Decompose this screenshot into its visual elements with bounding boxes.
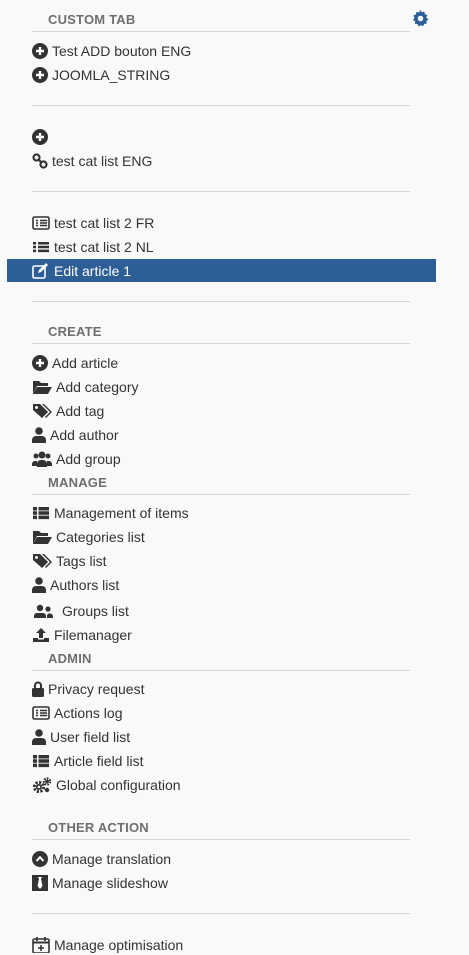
menu-item-filemanager[interactable]: Filemanager xyxy=(32,625,132,645)
user-icon xyxy=(32,427,46,443)
folder-open-icon xyxy=(32,529,52,545)
divider xyxy=(32,105,410,106)
menu-item-label: JOOMLA_STRING xyxy=(52,67,171,83)
menu-item-authors-list[interactable]: Authors list xyxy=(32,575,119,595)
th-list-icon xyxy=(32,505,50,521)
user-friends-icon xyxy=(34,603,54,619)
menu-item-test-cat-list-2-nl[interactable]: test cat list 2 NL xyxy=(32,237,154,257)
plus-circle-icon xyxy=(32,43,48,59)
menu-item-label: Manage optimisation xyxy=(54,937,184,953)
settings-gear-icon[interactable] xyxy=(412,10,429,27)
menu-item-label: Authors list xyxy=(50,577,120,593)
menu-item-groups-list[interactable]: Groups list xyxy=(32,601,129,621)
menu-item-label: Add category xyxy=(56,379,139,395)
chevron-up-circle-icon xyxy=(32,851,48,867)
th-list-icon xyxy=(32,753,50,769)
menu-item-label: Filemanager xyxy=(54,627,132,643)
menu-item-label: test cat list 2 NL xyxy=(54,239,154,255)
edit-icon xyxy=(32,263,50,279)
divider xyxy=(32,191,410,192)
menu-item-label: Groups list xyxy=(62,603,129,619)
section-title: OTHER ACTION xyxy=(48,820,149,835)
section-header-admin: ADMIN xyxy=(32,651,410,671)
menu-item-add-author[interactable]: Add author xyxy=(32,425,119,445)
user-icon xyxy=(32,577,46,593)
menu-item-label: test cat list ENG xyxy=(52,153,153,169)
menu-item-label: test cat list 2 FR xyxy=(54,215,155,231)
list-icon xyxy=(32,239,50,255)
tags-icon xyxy=(32,553,52,569)
menu-item-label: Edit article 1 xyxy=(54,263,132,279)
menu-item-label: Privacy request xyxy=(48,681,145,697)
menu-item-label: Add tag xyxy=(56,403,105,419)
menu-item-user-field-list[interactable]: User field list xyxy=(32,727,130,747)
menu-item-test-cat-list-2-fr[interactable]: test cat list 2 FR xyxy=(32,213,154,233)
menu-item-tags-list[interactable]: Tags list xyxy=(32,551,107,571)
menu-item-manage-slideshow[interactable]: Manage slideshow xyxy=(32,873,168,893)
menu-item-edit-article-1[interactable]: Edit article 1 xyxy=(32,261,131,281)
upload-icon xyxy=(32,627,50,643)
menu-item-management-of-items[interactable]: Management of items xyxy=(32,503,189,523)
menu-item-article-field-list[interactable]: Article field list xyxy=(32,751,143,771)
tie-icon xyxy=(32,875,48,891)
menu-item-add-category[interactable]: Add category xyxy=(32,377,139,397)
menu-item-add-group[interactable]: Add group xyxy=(32,449,121,469)
menu-item-label: Manage translation xyxy=(52,851,172,867)
section-header-custom-tab: CUSTOM TAB xyxy=(32,12,410,32)
menu-item-label: Manage slideshow xyxy=(52,875,168,891)
section-header-create: CREATE xyxy=(32,324,410,344)
menu-item-label: Add author xyxy=(50,427,119,443)
menu-item-manage-optimisation[interactable]: Manage optimisation xyxy=(32,935,183,955)
plus-circle-icon xyxy=(32,129,48,145)
users-icon xyxy=(32,451,52,467)
menu-item-privacy-request[interactable]: Privacy request xyxy=(32,679,144,699)
menu-item-label: Test ADD bouton ENG xyxy=(52,43,192,59)
tags-icon xyxy=(32,403,52,419)
lock-icon xyxy=(32,681,44,697)
menu-item-global-configuration[interactable]: Global configuration xyxy=(32,775,181,795)
section-title: MANAGE xyxy=(48,475,107,490)
menu-item-actions-log[interactable]: Actions log xyxy=(32,703,122,723)
menu-item-label: Add group xyxy=(56,451,121,467)
user-icon xyxy=(32,729,46,745)
section-header-other-action: OTHER ACTION xyxy=(32,820,410,840)
divider xyxy=(32,913,410,914)
menu-item-label: Actions log xyxy=(54,705,123,721)
menu-item-label: Categories list xyxy=(56,529,145,545)
menu-item-label: Global configuration xyxy=(56,777,181,793)
divider xyxy=(32,301,410,302)
menu-item-empty[interactable] xyxy=(32,127,52,147)
calendar-plus-icon xyxy=(32,937,50,953)
menu-item-categories-list[interactable]: Categories list xyxy=(32,527,145,547)
section-header-manage: MANAGE xyxy=(32,475,410,495)
list-alt-icon xyxy=(32,215,50,231)
section-title: CREATE xyxy=(48,324,102,339)
menu-item-add-tag[interactable]: Add tag xyxy=(32,401,104,421)
menu-item-test-cat-list-eng[interactable]: test cat list ENG xyxy=(32,151,152,171)
menu-item-manage-translation[interactable]: Manage translation xyxy=(32,849,171,869)
link-icon xyxy=(32,153,48,169)
menu-item-test-add-bouton[interactable]: Test ADD bouton ENG xyxy=(32,41,191,61)
section-title: ADMIN xyxy=(48,651,92,666)
menu-item-label: Add article xyxy=(52,355,119,371)
menu-item-joomla-string[interactable]: JOOMLA_STRING xyxy=(32,65,170,85)
list-alt-icon xyxy=(32,705,50,721)
menu-item-label: Article field list xyxy=(54,753,144,769)
menu-item-label: User field list xyxy=(50,729,131,745)
menu-item-label: Tags list xyxy=(56,553,107,569)
plus-circle-icon xyxy=(32,355,48,371)
section-title: CUSTOM TAB xyxy=(48,12,136,27)
menu-item-add-article[interactable]: Add article xyxy=(32,353,118,373)
menu-item-label: Management of items xyxy=(54,505,189,521)
folder-open-icon xyxy=(32,379,52,395)
cogs-icon xyxy=(32,777,52,793)
plus-circle-icon xyxy=(32,67,48,83)
